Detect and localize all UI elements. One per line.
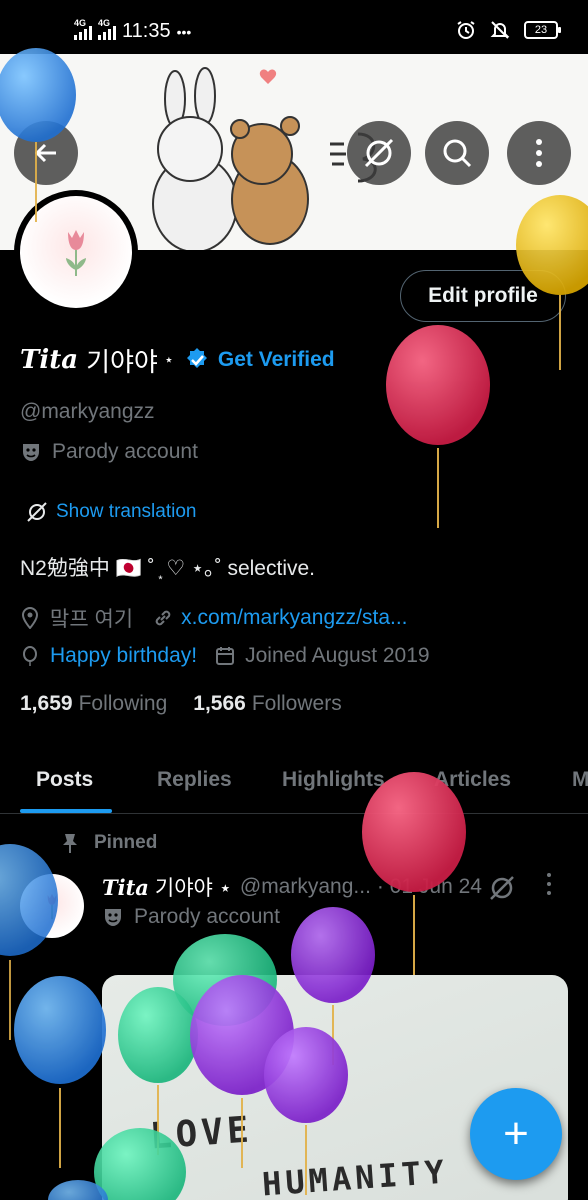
mute-bell-icon bbox=[490, 21, 510, 39]
more-options-button[interactable] bbox=[507, 121, 571, 185]
status-more-dots: ••• bbox=[176, 23, 192, 40]
link-icon bbox=[155, 610, 171, 626]
follow-stats: 1,659 Following 1,566 Followers bbox=[20, 692, 342, 716]
post-header: Tita 기야야 ⋆ @markyang... · 01 Jun 24 bbox=[102, 872, 482, 902]
signal-icon-2: 4G bbox=[98, 18, 116, 40]
following-label: Following bbox=[78, 692, 168, 715]
name-star: ⋆ bbox=[163, 352, 174, 369]
tab-highlights[interactable]: Highlights bbox=[282, 768, 385, 792]
balloon-icon bbox=[23, 646, 37, 666]
balloon-blue-4 bbox=[48, 1180, 108, 1200]
profile-meta-row-2: Happy birthday! Joined August 2019 bbox=[20, 644, 430, 668]
tulip-icon-small bbox=[47, 893, 57, 920]
edit-profile-button[interactable]: Edit profile bbox=[400, 270, 566, 322]
battery-icon: 23 bbox=[524, 21, 561, 39]
profile-tabs: Posts Replies Highlights Articles M bbox=[0, 752, 588, 814]
theater-mask-icon bbox=[105, 909, 121, 926]
tulip-icon bbox=[66, 230, 86, 276]
post-author-name-suffix: 기야야 ⋆ bbox=[154, 877, 232, 900]
signal-icon: 4G bbox=[74, 18, 92, 40]
search-icon bbox=[443, 139, 472, 168]
compose-post-button[interactable]: + bbox=[470, 1088, 562, 1180]
grok-icon bbox=[490, 876, 514, 900]
post-more-button[interactable] bbox=[545, 872, 553, 903]
grok-button[interactable] bbox=[347, 121, 411, 185]
post-parody-label: Parody account bbox=[102, 905, 280, 929]
post-date: · 01 Jun 24 bbox=[376, 875, 482, 898]
profile-meta-row-1: 맠프 여기 x.com/markyangzz/sta... bbox=[20, 603, 408, 633]
following-count: 1,659 bbox=[20, 692, 73, 715]
display-name: Tita bbox=[20, 345, 79, 375]
tab-more[interactable]: M bbox=[572, 768, 588, 792]
calendar-icon bbox=[216, 647, 235, 665]
pinned-indicator: Pinned bbox=[60, 832, 157, 854]
search-button[interactable] bbox=[425, 121, 489, 185]
parody-text: Parody account bbox=[52, 440, 198, 463]
media-text-love: LOVE bbox=[148, 1109, 255, 1158]
post-parody-text: Parody account bbox=[134, 905, 280, 928]
balloon-red-1 bbox=[386, 325, 490, 528]
parody-account-label: Parody account bbox=[20, 440, 198, 464]
post-grok-button[interactable] bbox=[488, 874, 516, 907]
plus-icon: + bbox=[503, 1109, 529, 1158]
tab-replies[interactable]: Replies bbox=[157, 768, 232, 792]
tab-posts[interactable]: Posts bbox=[36, 768, 93, 792]
show-translation-text[interactable]: Show translation bbox=[56, 501, 196, 523]
more-vertical-icon bbox=[536, 139, 542, 167]
following-link[interactable]: 1,659 Following bbox=[20, 692, 167, 716]
followers-count: 1,566 bbox=[193, 692, 246, 715]
post-author-avatar[interactable] bbox=[20, 874, 84, 938]
birthday-link[interactable]: Happy birthday! bbox=[50, 644, 197, 668]
balloon-blue-3 bbox=[14, 976, 106, 1168]
profile-website-link[interactable]: x.com/markyangzz/sta... bbox=[181, 606, 407, 630]
get-verified-link[interactable]: Get Verified bbox=[218, 348, 335, 372]
post-author-name[interactable]: Tita bbox=[102, 875, 149, 900]
tab-articles[interactable]: Articles bbox=[434, 768, 511, 792]
media-text-humanity: HUMANITY bbox=[260, 1152, 450, 1200]
pinned-label: Pinned bbox=[94, 832, 158, 853]
arrow-left-icon bbox=[34, 143, 56, 163]
followers-link[interactable]: 1,566 Followers bbox=[193, 692, 341, 716]
profile-bio: N2勉強中 🇯🇵 ˚ ͙ ♡ ⋆｡˚ selective. bbox=[20, 557, 315, 580]
verified-badge-icon bbox=[186, 348, 207, 368]
joined-date: Joined August 2019 bbox=[245, 644, 430, 667]
profile-name-row: Tita 기야야 ⋆ Get Verified bbox=[20, 340, 335, 380]
theater-mask-icon bbox=[23, 444, 39, 461]
pin-icon bbox=[63, 834, 77, 853]
grok-translate-icon bbox=[27, 502, 47, 522]
location-pin-icon bbox=[21, 607, 39, 629]
profile-avatar[interactable] bbox=[14, 190, 138, 314]
profile-handle: @markyangzz bbox=[20, 400, 155, 423]
post-author-handle: @markyang... bbox=[239, 875, 371, 898]
active-tab-indicator bbox=[20, 809, 112, 813]
grok-icon bbox=[364, 138, 394, 168]
display-name-suffix: 기야야 bbox=[86, 346, 158, 377]
back-button[interactable] bbox=[14, 121, 78, 185]
followers-label: Followers bbox=[251, 692, 342, 715]
profile-location: 맠프 여기 bbox=[50, 608, 134, 631]
more-vertical-icon bbox=[547, 873, 551, 895]
alarm-icon bbox=[457, 21, 475, 39]
show-translation-link[interactable]: Show translation bbox=[26, 501, 196, 523]
status-bar: 4G 4G 11:35 ••• 23 bbox=[0, 0, 588, 54]
status-time: 11:35 bbox=[122, 20, 171, 42]
